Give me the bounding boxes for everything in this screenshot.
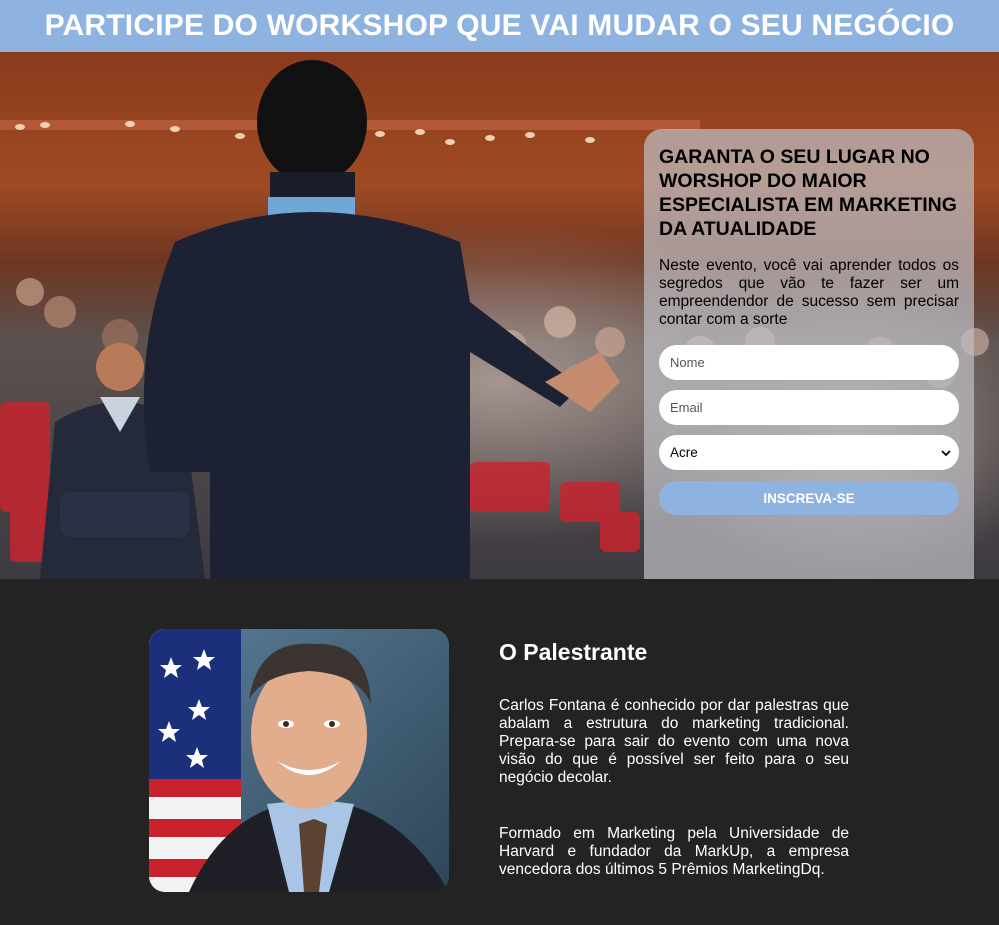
form-description: Neste evento, você vai aprender todos os… [659,257,959,328]
registration-form-card: GARANTA O SEU LUGAR NO WORSHOP DO MAIOR … [644,129,974,579]
email-input[interactable]: Email [659,390,959,425]
speaker-paragraph-2: Formado em Marketing pela Universidade d… [499,825,849,878]
form-heading: GARANTA O SEU LUGAR NO WORSHOP DO MAIOR … [659,146,957,240]
name-input[interactable]: Nome [659,345,959,380]
name-input-placeholder: Nome [670,355,705,370]
state-select[interactable]: Acre [659,435,959,470]
email-input-placeholder: Email [670,400,703,415]
state-select-value: Acre [670,445,698,460]
speaker-description: O Palestrante Carlos Fontana é conhecido… [499,639,849,879]
chevron-down-icon [941,449,951,456]
top-banner: PARTICIPE DO WORKSHOP QUE VAI MUDAR O SE… [0,0,999,52]
subscribe-button[interactable]: INSCREVA-SE [659,481,959,515]
speaker-section: O Palestrante Carlos Fontana é conhecido… [0,579,999,925]
page-title: PARTICIPE DO WORKSHOP QUE VAI MUDAR O SE… [44,9,955,42]
speaker-paragraph-1: Carlos Fontana é conhecido por dar pales… [499,697,849,786]
hero-section: GARANTA O SEU LUGAR NO WORSHOP DO MAIOR … [0,52,999,579]
speaker-heading: O Palestrante [499,639,648,665]
speaker-photo [149,629,449,892]
